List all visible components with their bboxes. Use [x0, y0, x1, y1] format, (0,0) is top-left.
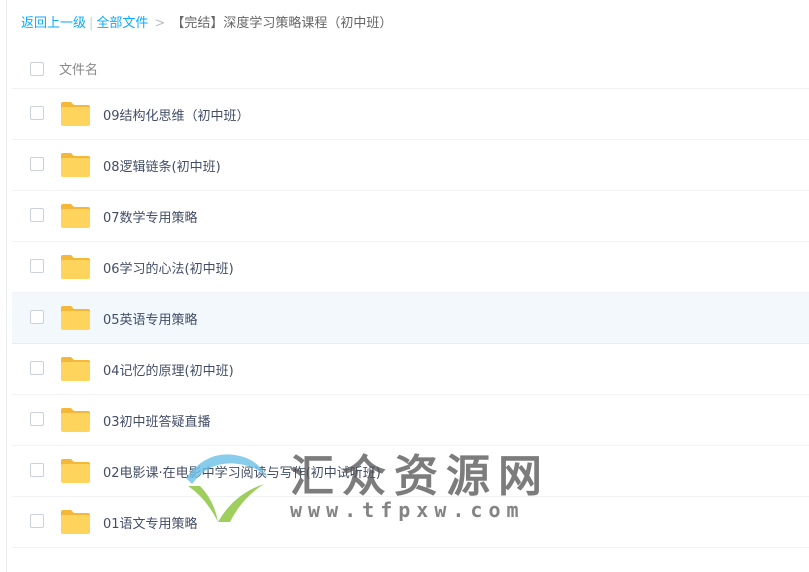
folder-icon[interactable]	[60, 254, 91, 280]
back-link[interactable]: 返回上一级	[21, 16, 86, 31]
file-name[interactable]: 03初中班答疑直播	[103, 411, 211, 430]
row-checkbox[interactable]	[30, 361, 44, 375]
folder-icon[interactable]	[60, 305, 91, 331]
all-files-link[interactable]: 全部文件	[96, 16, 148, 31]
file-name[interactable]: 08逻辑链条(初中班)	[103, 156, 221, 175]
list-item[interactable]: 09结构化思维（初中班）	[12, 89, 809, 140]
list-item[interactable]: 06学习的心法(初中班)	[12, 242, 809, 293]
list-item[interactable]: 04记忆的原理(初中班)	[12, 344, 809, 395]
list-item[interactable]: 01语文专用策略	[12, 497, 809, 548]
row-checkbox[interactable]	[30, 106, 44, 120]
list-item[interactable]: 05英语专用策略	[12, 293, 809, 344]
filename-column-header[interactable]: 文件名	[59, 59, 98, 78]
list-item[interactable]: 02电影课·在电影中学习阅读与写作(初中试听班)	[12, 446, 809, 497]
row-checkbox[interactable]	[30, 310, 44, 324]
breadcrumb: 返回上一级 | 全部文件 > 【完结】深度学习策略课程（初中班）	[21, 14, 392, 34]
file-name[interactable]: 07数学专用策略	[103, 207, 198, 226]
current-folder: 【完结】深度学习策略课程（初中班）	[171, 16, 393, 31]
folder-icon[interactable]	[60, 152, 91, 178]
row-checkbox[interactable]	[30, 208, 44, 222]
file-name[interactable]: 05英语专用策略	[103, 309, 198, 328]
file-name[interactable]: 06学习的心法(初中班)	[103, 258, 234, 277]
folder-icon[interactable]	[60, 458, 91, 484]
select-all-checkbox[interactable]	[30, 62, 44, 76]
list-item[interactable]: 08逻辑链条(初中班)	[12, 140, 809, 191]
file-name[interactable]: 02电影课·在电影中学习阅读与写作(初中试听班)	[103, 462, 381, 481]
folder-icon[interactable]	[60, 356, 91, 382]
breadcrumb-divider: |	[89, 16, 94, 31]
left-divider	[6, 0, 7, 572]
file-list: 文件名 09结构化思维（初中班） 08逻辑链条(初中班) 07数学专用策略 06学习的…	[12, 48, 809, 548]
row-checkbox[interactable]	[30, 412, 44, 426]
folder-icon[interactable]	[60, 407, 91, 433]
folder-icon[interactable]	[60, 203, 91, 229]
row-checkbox[interactable]	[30, 259, 44, 273]
list-item[interactable]: 07数学专用策略	[12, 191, 809, 242]
file-name[interactable]: 04记忆的原理(初中班)	[103, 360, 234, 379]
list-item[interactable]: 03初中班答疑直播	[12, 395, 809, 446]
file-name[interactable]: 09结构化思维（初中班）	[103, 105, 250, 124]
row-checkbox[interactable]	[30, 514, 44, 528]
file-name[interactable]: 01语文专用策略	[103, 513, 198, 532]
breadcrumb-arrow: >	[154, 16, 166, 31]
row-checkbox[interactable]	[30, 463, 44, 477]
folder-icon[interactable]	[60, 101, 91, 127]
folder-icon[interactable]	[60, 509, 91, 535]
row-checkbox[interactable]	[30, 157, 44, 171]
list-header: 文件名	[12, 48, 809, 89]
